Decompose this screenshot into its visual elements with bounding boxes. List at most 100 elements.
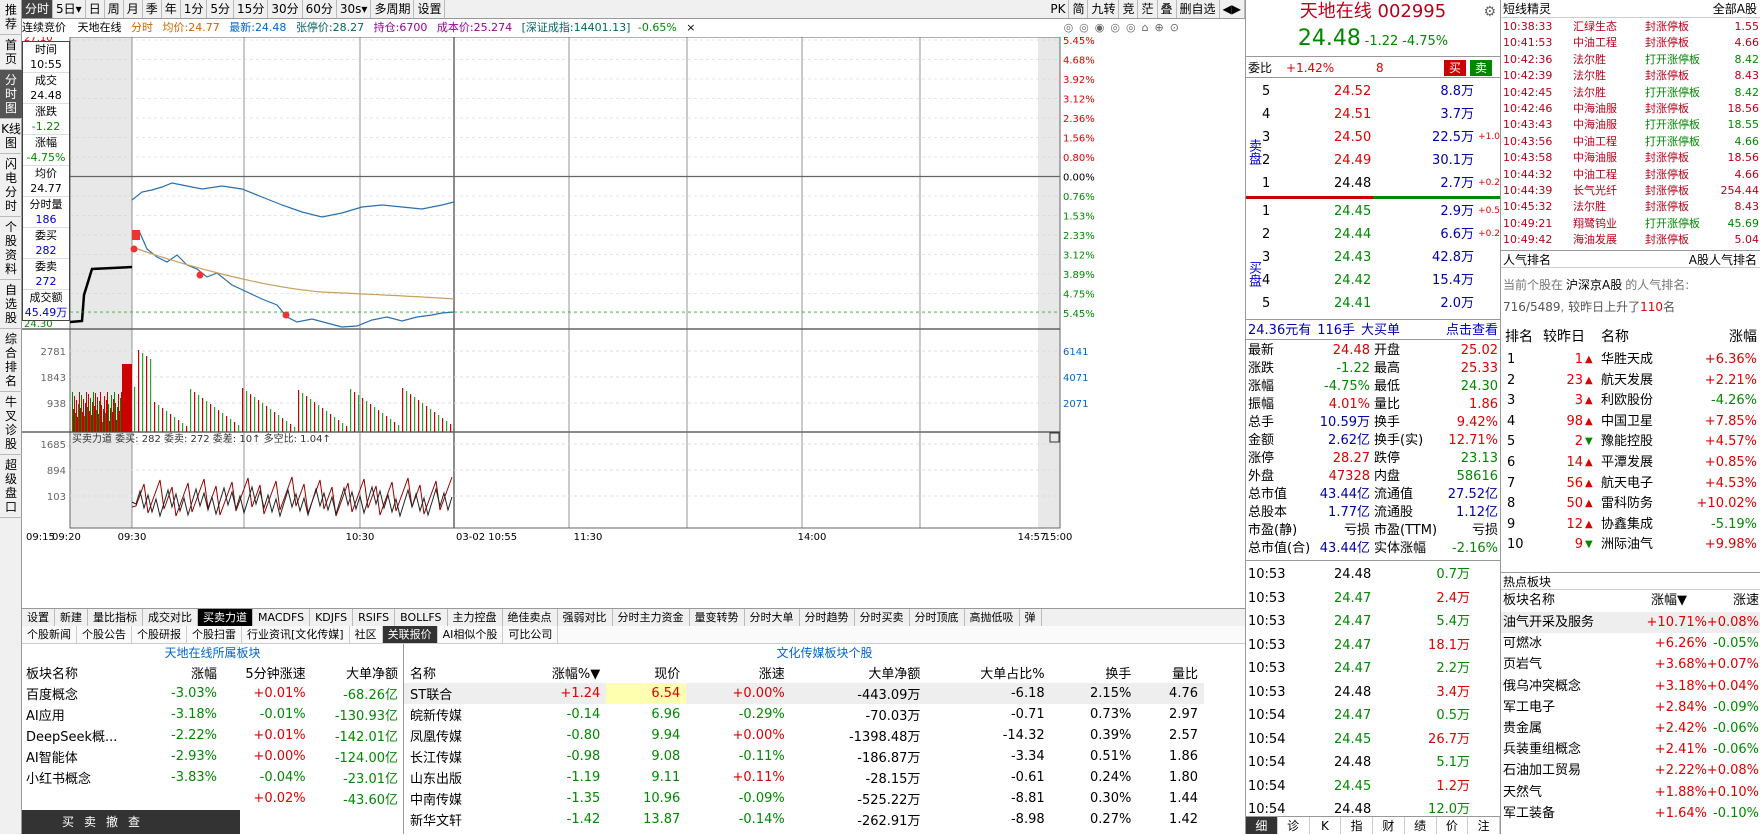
indicator-tab[interactable]: 高抛低吸 [965,609,1020,626]
popularity-row[interactable]: 1 1 ▲ 华胜天成 +6.36% [1501,350,1760,370]
info-tab[interactable]: 行业资讯[文化传媒] [242,626,350,643]
toolbar-period-5[interactable]: 季 [143,0,162,18]
sell-level-row[interactable]: 5 24.52 8.8万 [1246,80,1500,103]
popularity-row[interactable]: 6 14 ▲ 平潭发展 +0.85% [1501,453,1760,473]
buy-level-row[interactable]: 3 24.43 42.8万 [1246,246,1500,269]
indicator-tab[interactable]: 量比指标 [88,609,143,626]
close-icon[interactable]: × [686,21,695,34]
sidebar-tab[interactable]: 闪电分时 [0,154,22,217]
toolbar-tool-0[interactable]: PK [1047,0,1070,18]
short-elves-row[interactable]: 10:42:46 中海油服 封涨停板 18.56 [1501,101,1760,117]
popularity-row[interactable]: 10 9 ▼ 洲际油气 +9.98% [1501,535,1760,555]
hot-block-row[interactable]: 兵装重组概念 +2.41% -0.06% [1501,739,1760,760]
short-elves-row[interactable]: 10:42:39 法尔胜 封涨停板 8.43 [1501,68,1760,84]
chart-tools-icon[interactable]: ◎◎◉◎◎⌂⊕⊙ [1064,19,1185,37]
quote-tab[interactable]: 价 [1437,817,1469,834]
short-elves-row[interactable]: 10:42:45 法尔胜 打开涨停板 8.42 [1501,85,1760,101]
block-row[interactable]: AI应用 -3.18% -0.01% -130.93亿 [22,704,402,725]
info-tab[interactable]: 可比公司 [503,626,559,643]
info-tab[interactable]: 社区 [350,626,383,643]
indicator-tab[interactable]: 分时主力资金 [613,609,690,626]
indicator-tab[interactable]: 主力控盘 [448,609,503,626]
toolbar-period-9[interactable]: 15分 [234,0,269,18]
indicator-tab[interactable]: 分时大单 [745,609,800,626]
sidebar-tab[interactable]: 推荐 [0,0,22,35]
info-tab[interactable]: 个股新闻 [22,626,77,643]
toolbar-tool-3[interactable]: 竞 [1119,0,1139,18]
sector-stock-row[interactable]: 新华文轩 -1.42 13.87 -0.14% -262.91万 -8.98 0.27% 1.… [404,809,1204,830]
toolbar-period-1[interactable]: 5日▾ [53,0,86,18]
hot-block-row[interactable]: 页岩气 +3.68% +0.07% [1501,654,1760,675]
toolbar-period-2[interactable]: 日 [86,0,105,18]
buy-level-row[interactable]: 1 24.45 2.9万 +0.5 [1246,200,1500,223]
toolbar-period-11[interactable]: 60分 [303,0,337,18]
indicator-tab[interactable]: RSIFS [353,609,396,626]
indicator-tab[interactable]: MACDFS [253,609,311,626]
popularity-row[interactable]: 7 56 ▲ 航天电子 +4.53% [1501,474,1760,494]
hot-block-row[interactable]: 可燃冰 +6.26% -0.05% [1501,633,1760,654]
toolbar-period-8[interactable]: 5分 [207,0,235,18]
popularity-row[interactable]: 4 98 ▲ 中国卫星 +7.85% [1501,412,1760,432]
indicator-tab[interactable]: 量变转势 [690,609,745,626]
toolbar-tool-2[interactable]: 九转 [1088,0,1120,18]
indicator-tab[interactable]: 买卖力道 [198,609,253,626]
hot-block-row[interactable]: 油气开采及服务 +10.71% +0.08% [1501,612,1760,633]
toolbar-period-14[interactable]: 设置 [414,0,446,18]
quote-tab[interactable]: 细 [1246,817,1278,834]
hot-block-row[interactable]: 俄乌冲突概念 +3.18% +0.04% [1501,676,1760,697]
sell-level-row[interactable]: 4 24.51 3.7万 [1246,103,1500,126]
sidebar-tab[interactable]: 自选股 [0,280,22,329]
popularity-row[interactable]: 5 2 ▼ 豫能控股 +4.57% [1501,432,1760,452]
info-tab[interactable]: 关联报价 [382,626,438,643]
buy-button[interactable]: 买 [1444,60,1466,76]
sidebar-tab[interactable]: 首页 [0,35,22,70]
indicator-tab[interactable]: 分时买卖 [855,609,910,626]
indicator-tab[interactable]: KDJFS [310,609,354,626]
quote-tab[interactable]: 指 [1341,817,1373,834]
trade-shortcut[interactable]: 撤 [106,815,118,829]
sidebar-tab[interactable]: 分时图 [0,70,22,119]
hot-block-row[interactable]: 贵金属 +2.42% -0.06% [1501,718,1760,739]
block-row[interactable]: AI智能体 -2.93% +0.00% -124.00亿 [22,746,402,767]
sidebar-tab[interactable]: 牛叉诊股 [0,392,22,455]
toolbar-period-12[interactable]: 30s▾ [337,0,372,18]
short-elves-row[interactable]: 10:44:39 长气光纤 封涨停板 254.44 [1501,183,1760,199]
sidebar-tab[interactable]: 超级盘口 [0,455,22,518]
short-elves-row[interactable]: 10:44:32 中油工程 封涨停板 4.66 [1501,167,1760,183]
popularity-row[interactable]: 9 12 ▲ 协鑫集成 -5.19% [1501,515,1760,535]
sell-button[interactable]: 卖 [1470,60,1492,76]
short-elves-row[interactable]: 10:43:56 中油工程 打开涨停板 4.66 [1501,134,1760,150]
short-elves-row[interactable]: 10:49:42 海油发展 封涨停板 5.04 [1501,232,1760,248]
popularity-row[interactable]: 2 23 ▲ 航天发展 +2.21% [1501,371,1760,391]
sell-level-row[interactable]: 3 24.50 22.5万 +1.0 [1246,126,1500,149]
block-row[interactable]: 小红书概念 -3.83% -0.04% -23.01亿 [22,767,402,788]
short-elves-row[interactable]: 10:43:58 中海油服 封涨停板 18.56 [1501,150,1760,166]
sector-stock-row[interactable]: 凤凰传媒 -0.80 9.94 +0.00% -1398.48万 -14.32 0.39% 2… [404,725,1204,746]
info-tab[interactable]: 个股研报 [132,626,187,643]
block-row[interactable]: 百度概念 -3.03% +0.01% -68.26亿 [22,683,402,704]
indicator-tab[interactable]: 弹 [1020,609,1042,626]
sidebar-tab[interactable]: 个股资料 [0,217,22,280]
toolbar-period-4[interactable]: 月 [124,0,143,18]
hot-block-row[interactable]: 石油加工贸易 +2.22% +0.08% [1501,760,1760,781]
toolbar-period-10[interactable]: 30分 [268,0,303,18]
popularity-row[interactable]: 3 3 ▲ 利欧股份 -4.26% [1501,391,1760,411]
indicator-tab[interactable]: 分时顶底 [910,609,965,626]
indicator-tab[interactable]: 设置 [22,609,55,626]
toolbar-period-0[interactable]: 分时 [22,0,54,18]
info-tab[interactable]: 个股扫雷 [187,626,242,643]
info-tab[interactable]: AI相似个股 [438,626,504,643]
intraday-chart[interactable]: 5.45% 4.68% 3.92% 3.12% 2.36% 1.56% 0.80% 0.00%… [22,37,1245,608]
indicator-tab[interactable]: 新建 [55,609,88,626]
short-elves-row[interactable]: 10:43:43 中海油服 打开涨停板 18.55 [1501,117,1760,133]
sector-stock-row[interactable]: 皖新传媒 -0.14 6.96 -0.29% -70.03万 -0.71 0.73% 2.97 [404,704,1204,725]
sector-stock-row[interactable]: 长江传媒 -0.98 9.08 -0.11% -186.87万 -3.34 0.51% 1.8… [404,746,1204,767]
sector-stock-row[interactable]: 山东出版 -1.19 9.11 +0.11% -28.15万 -0.61 0.24% 1.80 [404,767,1204,788]
settings-icon[interactable]: ⚙ [1483,0,1496,24]
trade-shortcut[interactable]: 买 [62,815,74,829]
indicator-tab[interactable]: 绝佳卖点 [503,609,558,626]
toolbar-tool-1[interactable]: 简 [1069,0,1089,18]
block-row[interactable]: DeepSeek概... -2.22% +0.01% -142.01亿 [22,725,402,746]
short-elves-row[interactable]: 10:38:33 汇绿生态 封涨停板 1.55 [1501,19,1760,35]
hot-block-row[interactable]: 军工电子 +2.84% -0.09% [1501,697,1760,718]
